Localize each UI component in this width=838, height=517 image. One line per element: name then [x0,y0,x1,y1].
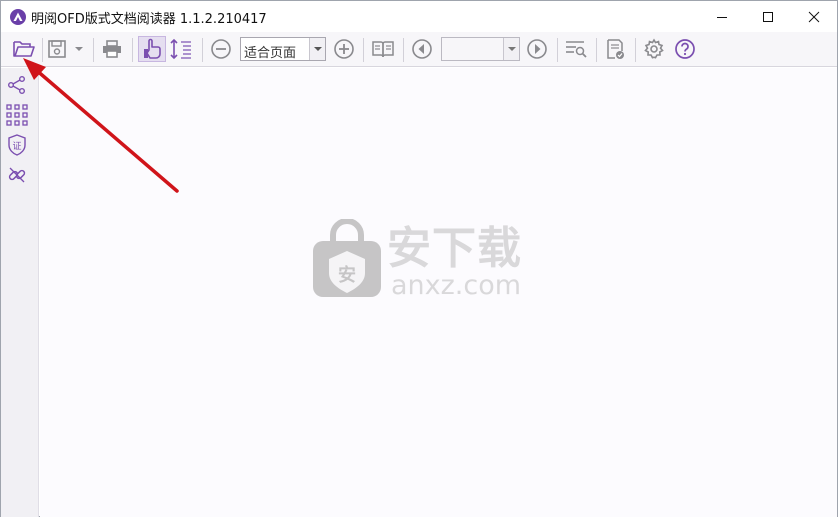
minimize-button[interactable] [699,1,745,32]
share-button[interactable] [5,73,29,97]
toolbar-separator [363,38,364,62]
arrow-right-circle-icon [527,39,547,59]
zoom-select-value: 适合页面 [244,46,297,61]
document-check-icon [607,39,624,59]
chevron-down-icon [75,47,83,51]
window-title: 明阅OFD版式文档阅读器 1.1.2.210417 [31,12,267,27]
search-list-icon [566,41,587,58]
next-page-button[interactable] [523,36,551,62]
shield-cert-icon: 证 [8,134,26,156]
toolbar-separator [635,38,636,62]
maximize-icon [763,11,773,22]
minimize-icon [717,16,727,18]
title-bar: 明阅OFD版式文档阅读器 1.1.2.210417 [1,1,837,32]
cert-glyph: 证 [12,141,21,152]
settings-button[interactable] [640,36,668,62]
toolbar-separator [93,38,94,62]
book-icon [372,41,394,58]
hand-pointer-icon [144,38,161,59]
two-page-view-button[interactable] [369,36,397,62]
watermark-text-en: anxz.com [391,270,522,301]
print-button[interactable] [98,36,126,62]
help-icon [675,39,695,59]
close-icon [808,11,820,22]
zoom-select[interactable]: 适合页面 [240,37,326,61]
save-dropdown-button[interactable] [71,36,87,62]
toolbar-separator [202,38,203,62]
toolbar-separator [403,38,404,62]
zoom-in-icon [334,39,354,59]
toolbar-separator [132,38,133,62]
share-icon [8,76,25,94]
grid-icon [6,104,28,126]
certificate-button[interactable]: 证 [5,133,29,157]
folder-open-icon [13,41,35,57]
find-button[interactable] [562,36,590,62]
left-sidebar: 证 [1,68,39,517]
previous-page-button[interactable] [408,36,436,62]
gear-icon [644,38,664,59]
watermark: 安 安下载 anxz.com [311,217,531,301]
shopping-bag-icon: 安 [313,219,381,297]
zoom-out-icon [211,39,231,59]
arrow-left-circle-icon [412,39,432,59]
zoom-out-button[interactable] [207,36,235,62]
link-icon [8,167,26,183]
save-button[interactable] [45,36,69,62]
attachments-button[interactable] [5,163,29,187]
thumbnails-button[interactable] [5,103,29,127]
save-icon [48,40,66,58]
maximize-button[interactable] [745,1,791,32]
verify-signature-button[interactable] [601,36,629,62]
main-toolbar: 适合页面 [1,32,837,67]
page-number-select[interactable] [441,37,520,61]
text-select-icon [170,38,191,60]
watermark-text-cn: 安下载 [387,223,522,274]
open-file-button[interactable] [9,36,39,62]
text-select-button[interactable] [168,36,194,62]
toolbar-separator [557,38,558,62]
zoom-in-button[interactable] [330,36,358,62]
chevron-down-icon [313,47,322,51]
printer-icon [103,40,121,58]
app-logo-icon [10,9,26,25]
toolbar-separator [596,38,597,62]
zoom-select-arrow[interactable] [309,38,325,60]
app-window: 明阅OFD版式文档阅读器 1.1.2.210417 适合页面 证 安 安下载 a… [0,0,838,517]
watermark-icon-glyph: 安 [338,264,356,286]
help-button[interactable] [671,36,699,62]
page-number-arrow[interactable] [503,38,519,60]
hand-tool-button[interactable] [138,36,166,62]
close-button[interactable] [791,1,837,32]
chevron-down-icon [507,47,516,51]
toolbar-separator [42,38,43,62]
